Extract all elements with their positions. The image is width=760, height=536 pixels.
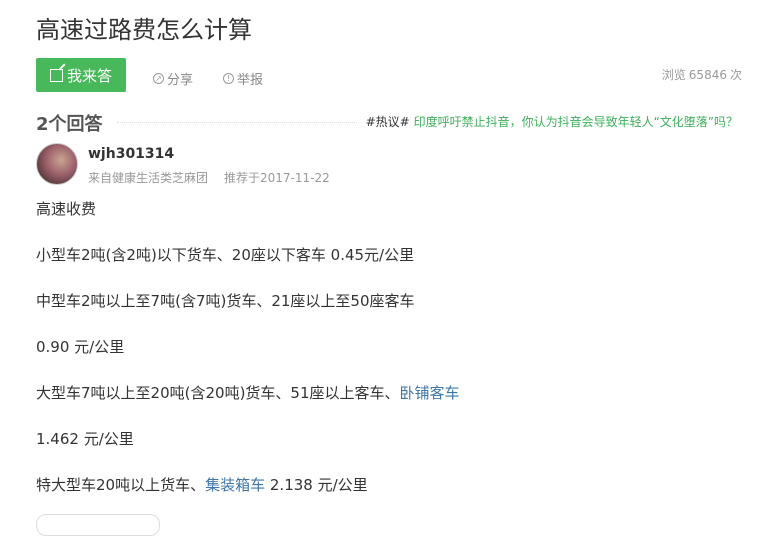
answer-line: 高速收费 — [36, 200, 97, 218]
warning-icon: ! — [223, 73, 234, 84]
answer-text: 2.138 元/公里 — [265, 476, 368, 494]
answer-count: 2个回答 — [36, 114, 103, 135]
vote-button[interactable] — [36, 514, 160, 536]
question-title: 高速过路费怎么计算 — [36, 16, 252, 44]
hot-topic[interactable]: #热议# 印度呼吁禁止抖音，你认为抖音会导致年轻人“文化堕落”吗？ — [366, 113, 738, 130]
answer-text: 大型车7吨以上至20吨(含20吨)货车、51座以上客车、 — [36, 384, 400, 402]
keyword-link-container-truck[interactable]: 集装箱车 — [205, 476, 265, 494]
share-label: 分享 — [167, 73, 194, 88]
avatar[interactable] — [36, 143, 78, 185]
keyword-link-sleeper-bus[interactable]: 卧铺客车 — [400, 384, 460, 402]
section-divider — [117, 122, 357, 123]
answer-meta: 来自健康生活类芝麻团 推荐于2017-11-22 — [88, 169, 330, 186]
hot-tag: #热议# — [365, 115, 410, 129]
report-label: 举报 — [237, 73, 264, 88]
hot-topic-link[interactable]: 印度呼吁禁止抖音，你认为抖音会导致年轻人“文化堕落”吗？ — [414, 115, 738, 129]
username[interactable]: wjh301314 — [88, 146, 174, 162]
edit-icon — [49, 68, 63, 82]
answer-line: 0.90 元/公里 — [36, 338, 125, 356]
views-number: 65846 — [688, 68, 727, 82]
answer-source[interactable]: 来自健康生活类芝麻团 — [88, 171, 208, 185]
answer-line: 1.462 元/公里 — [36, 430, 134, 448]
answer-text: 特大型车20吨以上货车、 — [36, 476, 206, 494]
answer-button[interactable]: 我来答 — [36, 58, 126, 92]
recommend-date: 推荐于2017-11-22 — [224, 171, 330, 185]
views-unit: 次 — [729, 68, 742, 82]
answer-content: 高速收费 小型车2吨(含2吨)以下货车、20座以下客车 0.45元/公里 中型车… — [36, 200, 736, 522]
answer-line: 大型车7吨以上至20吨(含20吨)货车、51座以上客车、卧铺客车 — [36, 384, 736, 430]
answer-button-label: 我来答 — [66, 66, 112, 85]
share-icon: ↗ — [153, 73, 164, 84]
report-button[interactable]: ! 举报 — [223, 69, 263, 88]
views-label: 浏览 — [661, 68, 686, 82]
share-button[interactable]: ↗ 分享 — [153, 69, 193, 88]
answer-line: 小型车2吨(含2吨)以下货车、20座以下客车 0.45元/公里 — [36, 246, 415, 264]
view-count: 浏览 65846 次 — [659, 66, 742, 83]
answer-line: 中型车2吨以上至7吨(含7吨)货车、21座以上至50座客车 — [36, 292, 415, 310]
